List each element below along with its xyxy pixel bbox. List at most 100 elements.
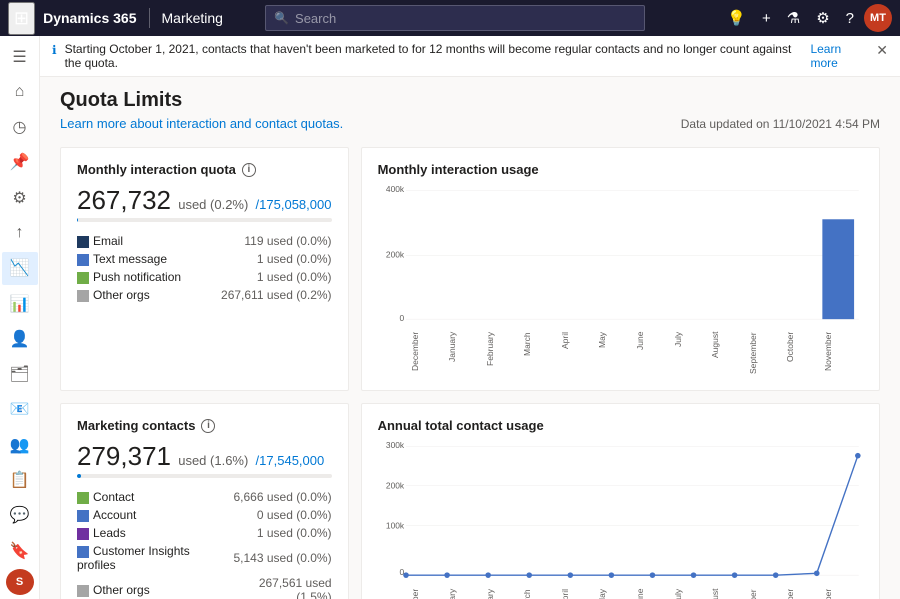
marketing-contacts-progress [77,474,332,478]
user-avatar-button[interactable]: MT [864,4,892,32]
sidebar-item-emails[interactable]: 📧 [2,393,38,426]
svg-text:200k: 200k [386,481,405,491]
x-label-apr: April [560,332,570,382]
x-label-oct: October [785,332,795,382]
legend-row-contact: Contact 6,666 used (0.0%) [77,488,332,506]
sidebar: ☰ ⌂ ◷ 📌 ⚙ ↑ 📉 📊 👤 🗂 📧 👥 📋 💬 🔖 S [0,36,40,599]
sidebar-item-chat[interactable]: 💬 [2,499,38,532]
text-color [77,254,89,266]
banner-learn-link[interactable]: Learn more [810,42,868,70]
monthly-quota-progress-fill [77,218,78,222]
lightbulb-button[interactable]: 💡 [721,5,752,31]
filter-button[interactable]: ⚗ [781,5,806,31]
module-name: Marketing [162,10,223,26]
add-button[interactable]: + [756,6,777,31]
other-orgs-contacts-color [77,585,89,597]
main-content: ℹ Starting October 1, 2021, contacts tha… [40,36,900,599]
sidebar-item-quota[interactable]: 📉 [2,252,38,285]
monthly-quota-legend: Email 119 used (0.0%) Text message 1 use… [77,232,332,304]
legend-row-other-orgs-interaction: Other orgs 267,611 used (0.2%) [77,286,332,304]
sidebar-item-recent[interactable]: ◷ [2,111,38,144]
page-title: Quota Limits [60,89,880,112]
help-button[interactable]: ? [840,6,860,31]
x-label-dec: December [410,332,420,382]
monthly-quota-number: 267,732 used (0.2%) /175,058,000 [77,185,332,216]
monthly-chart-card: Monthly interaction usage 400k 200k 0 [361,147,880,391]
annual-chart-svg: 300k 200k 100k 0 [378,437,863,586]
search-input[interactable] [295,11,636,26]
monthly-chart-x-labels: December January February March April Ma… [378,332,863,382]
sidebar-user-avatar[interactable]: S [6,569,34,595]
waffle-menu-button[interactable]: ⊞ [8,2,35,35]
x-label-mar: March [522,332,532,382]
annual-x-label-mar: March [522,589,532,599]
brand-name: Dynamics 365 [43,10,136,26]
info-banner: ℹ Starting October 1, 2021, contacts tha… [40,36,900,77]
annual-chart-x-labels: December January February March April Ma… [378,589,863,599]
sidebar-item-bookmarks[interactable]: 🔖 [2,534,38,567]
page-header: Quota Limits Learn more about interactio… [40,77,900,135]
sidebar-item-settings[interactable]: ⚙ [2,181,38,214]
contact-color [77,492,89,504]
banner-info-icon: ℹ [52,43,57,57]
sidebar-item-contacts[interactable]: 👤 [2,322,38,355]
sidebar-item-accounts[interactable]: 👥 [2,428,38,461]
x-label-may: May [597,332,607,382]
annual-x-label-jul: July [673,589,683,599]
legend-row-ci-profiles: Customer Insights profiles 5,143 used (0… [77,542,332,574]
sidebar-item-segments[interactable]: 🗂 [2,358,38,391]
x-label-aug: August [710,332,720,382]
banner-close-button[interactable]: ✕ [876,42,888,59]
app-body: ☰ ⌂ ◷ 📌 ⚙ ↑ 📉 📊 👤 🗂 📧 👥 📋 💬 🔖 S ℹ Starti… [0,36,900,599]
sidebar-item-home[interactable]: ⌂ [2,75,38,108]
svg-text:400k: 400k [386,184,405,194]
x-label-jul: July [673,332,683,382]
annual-chart-container: 300k 200k 100k 0 [378,437,863,599]
annual-x-label-may: May [597,589,607,599]
annual-chart-title: Annual total contact usage [378,418,863,433]
monthly-quota-card: Monthly interaction quota i 267,732 used… [60,147,349,391]
monthly-quota-info-icon[interactable]: i [242,163,256,177]
monthly-chart-title: Monthly interaction usage [378,162,863,177]
monthly-quota-progress [77,218,332,222]
search-icon: 🔍 [274,11,289,25]
x-label-feb: February [485,332,495,382]
search-bar[interactable]: 🔍 [265,5,645,31]
annual-x-label-nov: November [823,589,833,599]
sidebar-item-analytics[interactable]: 📊 [2,287,38,320]
ci-profiles-color [77,546,89,558]
cards-area: Monthly interaction quota i 267,732 used… [40,135,900,599]
monthly-chart-svg: 400k 200k 0 [378,181,863,330]
settings-button[interactable]: ⚙ [810,5,835,31]
legend-row-text: Text message 1 used (0.0%) [77,250,332,268]
account-color [77,510,89,522]
annual-chart-card: Annual total contact usage 300k 200k 100… [361,403,880,599]
x-label-jan: January [447,332,457,382]
monthly-chart-container: 400k 200k 0 [378,181,863,382]
annual-x-label-oct: October [785,589,795,599]
data-updated-text: Data updated on 11/10/2021 4:54 PM [681,117,880,131]
x-label-sep: September [748,332,758,382]
svg-text:300k: 300k [386,441,405,451]
annual-x-label-jun: June [635,589,645,599]
svg-text:100k: 100k [386,521,405,531]
banner-text: Starting October 1, 2021, contacts that … [65,42,803,70]
legend-row-other-orgs-contacts: Other orgs 267,561 used (1.5%) [77,574,332,599]
email-color [77,236,89,248]
push-color [77,272,89,284]
nav-actions: 💡 + ⚗ ⚙ ? MT [721,4,892,32]
sidebar-item-lists[interactable]: 📋 [2,463,38,496]
quota-learn-link[interactable]: Learn more about interaction and contact… [60,116,343,131]
legend-row-email: Email 119 used (0.0%) [77,232,332,250]
annual-x-label-feb: February [485,589,495,599]
marketing-contacts-legend: Contact 6,666 used (0.0%) Account 0 used… [77,488,332,599]
annual-x-label-apr: April [560,589,570,599]
annual-x-label-sep: September [748,589,758,599]
marketing-contacts-card: Marketing contacts i 279,371 used (1.6%)… [60,403,349,599]
x-label-nov: November [823,332,833,382]
nav-separator [149,8,150,28]
marketing-contacts-info-icon[interactable]: i [201,419,215,433]
sidebar-item-upgrade[interactable]: ↑ [2,216,38,249]
sidebar-item-pinned[interactable]: 📌 [2,146,38,179]
sidebar-item-menu[interactable]: ☰ [2,40,38,73]
